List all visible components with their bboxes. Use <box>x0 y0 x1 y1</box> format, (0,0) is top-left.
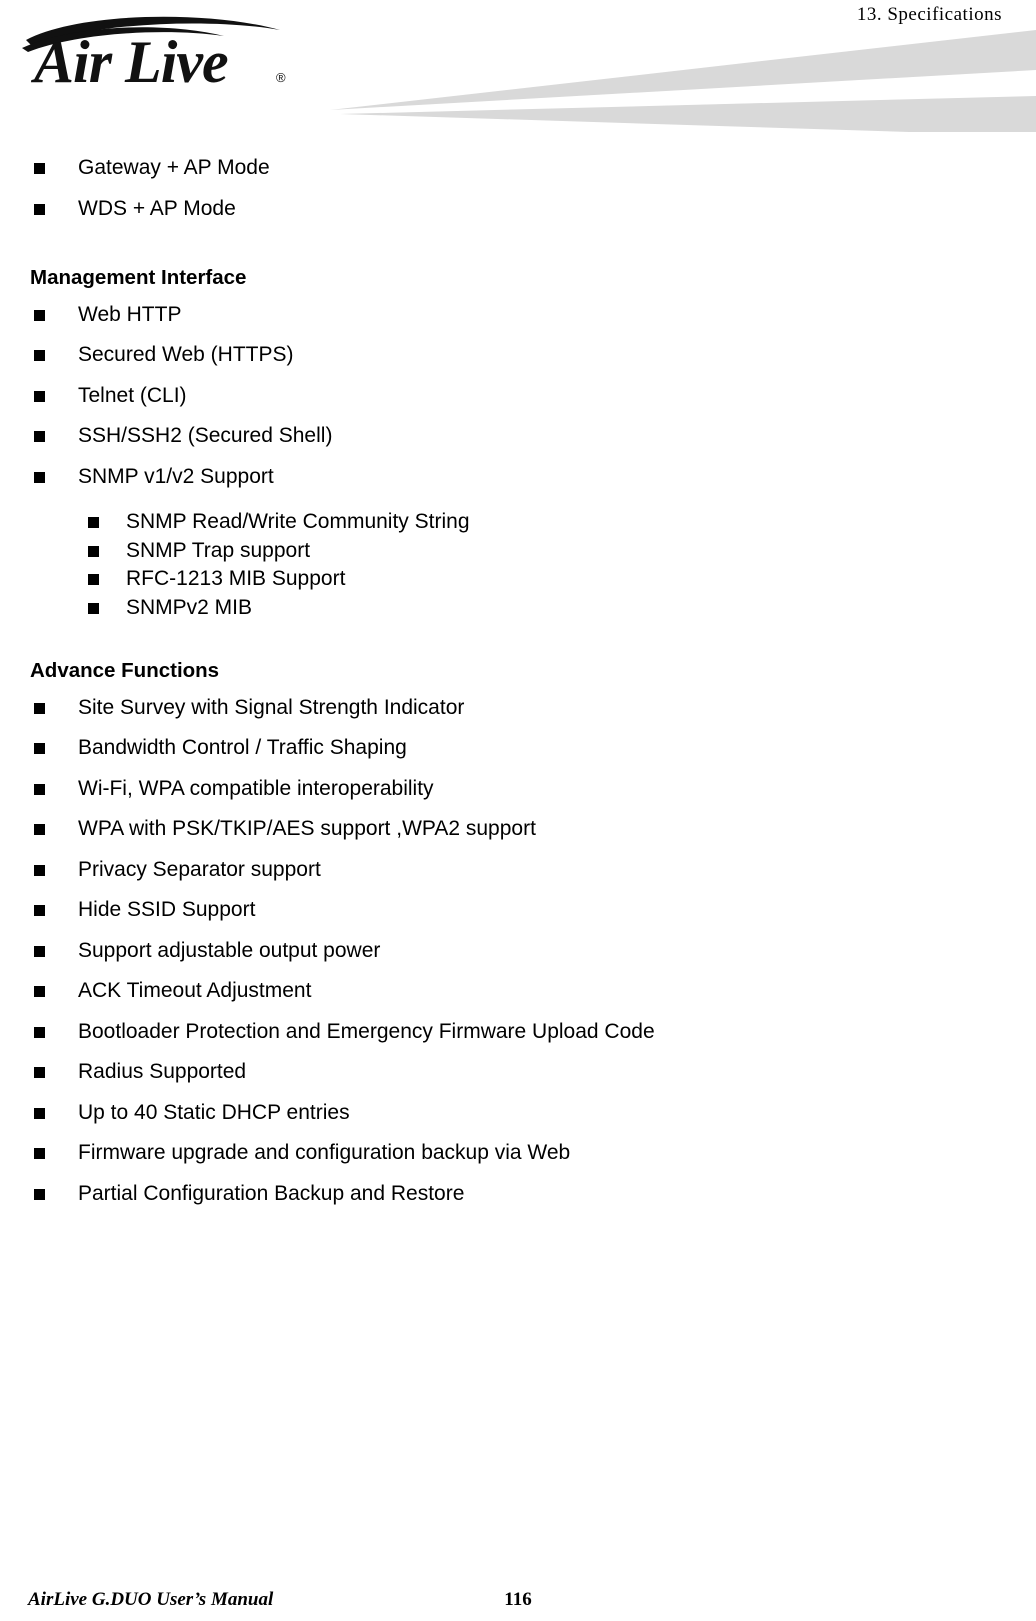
logo-wordmark: Air Live <box>34 29 229 95</box>
bullet-square-icon <box>34 431 45 442</box>
list-item: RFC-1213 MIB Support <box>0 565 1036 594</box>
specifications-content: Gateway + AP Mode WDS + AP Mode Manageme… <box>0 148 1036 1214</box>
list-item-label: RFC-1213 MIB Support <box>126 567 346 590</box>
page-header: 13. Specifications Air Live ® <box>0 0 1036 140</box>
list-item: SNMP Read/Write Community String <box>0 508 1036 537</box>
list-item: ACK Timeout Adjustment <box>0 971 1036 1012</box>
bullet-square-icon <box>34 783 45 795</box>
list-item-label: Wi-Fi, WPA compatible interoperability <box>78 776 434 800</box>
list-item-label: Site Survey with Signal Strength Indicat… <box>78 695 465 719</box>
top-bullet-list: Gateway + AP Mode WDS + AP Mode <box>0 148 1036 229</box>
list-item: Firmware upgrade and configuration backu… <box>0 1133 1036 1174</box>
list-item: Hide SSID Support <box>0 890 1036 931</box>
list-item: WPA with PSK/TKIP/AES support ,WPA2 supp… <box>0 809 1036 850</box>
list-item: Up to 40 Static DHCP entries <box>0 1093 1036 1134</box>
list-item: Wi-Fi, WPA compatible interoperability <box>0 769 1036 810</box>
bullet-square-icon <box>34 945 45 957</box>
list-item-label: SNMPv2 MIB <box>126 595 253 619</box>
list-item-label: Web HTTP <box>78 302 182 326</box>
list-item-label: Hide SSID Support <box>78 898 256 921</box>
bullet-square-icon <box>34 163 45 174</box>
list-item-label: SNMP v1/v2 Support <box>78 464 274 488</box>
bullet-square-icon <box>34 471 45 483</box>
bullet-square-icon <box>34 905 45 916</box>
bullet-square-icon <box>34 390 45 402</box>
list-item: Privacy Separator support <box>0 850 1036 891</box>
list-item: WDS + AP Mode <box>0 189 1036 230</box>
bullet-square-icon <box>34 1148 45 1159</box>
list-item: Gateway + AP Mode <box>0 148 1036 189</box>
list-item: SNMP Trap support <box>0 537 1036 566</box>
list-item-label: Up to 40 Static DHCP entries <box>78 1100 350 1124</box>
list-item-label: Gateway + AP Mode <box>78 156 270 179</box>
bullet-square-icon <box>34 743 45 754</box>
list-item: Bandwidth Control / Traffic Shaping <box>0 728 1036 769</box>
list-item-label: Secured Web (HTTPS) <box>78 343 294 366</box>
bullet-square-icon <box>34 824 45 835</box>
bullet-square-icon <box>88 574 99 585</box>
advance-functions-list: Site Survey with Signal Strength Indicat… <box>0 688 1036 1215</box>
bullet-square-icon <box>34 203 45 215</box>
bullet-square-icon <box>34 350 45 361</box>
section-heading-advance-functions: Advance Functions <box>30 659 220 682</box>
list-item: SNMP v1/v2 Support <box>0 457 1036 498</box>
bullet-square-icon <box>34 702 45 714</box>
bullet-square-icon <box>34 1026 45 1038</box>
footer-page-number: 116 <box>504 1589 532 1610</box>
bullet-square-icon <box>34 986 45 997</box>
list-item-label: Firmware upgrade and configuration backu… <box>78 1141 571 1164</box>
list-item: Support adjustable output power <box>0 931 1036 972</box>
list-item-label: Bandwidth Control / Traffic Shaping <box>78 736 407 759</box>
list-item-label: Telnet (CLI) <box>78 383 187 407</box>
bullet-square-icon <box>34 864 45 876</box>
bullet-square-icon <box>34 309 45 321</box>
management-interface-list: Web HTTP Secured Web (HTTPS) Telnet (CLI… <box>0 295 1036 498</box>
list-item: Telnet (CLI) <box>0 376 1036 417</box>
list-item: Site Survey with Signal Strength Indicat… <box>0 688 1036 729</box>
bullet-square-icon <box>88 602 99 614</box>
list-item-label: Support adjustable output power <box>78 938 381 962</box>
list-item-label: SNMP Trap support <box>126 538 311 562</box>
section-heading-management-interface: Management Interface <box>30 266 247 289</box>
list-item-label: WDS + AP Mode <box>78 196 236 220</box>
list-item: Web HTTP <box>0 295 1036 336</box>
list-item: Bootloader Protection and Emergency Firm… <box>0 1012 1036 1053</box>
list-item-label: Radius Supported <box>78 1060 247 1083</box>
snmp-sub-list: SNMP Read/Write Community String SNMP Tr… <box>0 508 1036 622</box>
bullet-square-icon <box>88 545 99 557</box>
list-item: Secured Web (HTTPS) <box>0 335 1036 376</box>
list-item: SSH/SSH2 (Secured Shell) <box>0 416 1036 457</box>
list-item-label: Partial Configuration Backup and Restore <box>78 1181 465 1205</box>
page-footer: AirLive G.DUO User’s Manual 116 <box>0 1577 1036 1611</box>
list-item-label: SNMP Read/Write Community String <box>126 510 470 533</box>
list-item-label: SSH/SSH2 (Secured Shell) <box>78 424 333 447</box>
list-item-label: ACK Timeout Adjustment <box>78 979 312 1002</box>
airlive-logo: Air Live ® <box>18 14 318 104</box>
bullet-square-icon <box>34 1067 45 1078</box>
list-item-label: Bootloader Protection and Emergency Firm… <box>78 1019 655 1043</box>
bullet-square-icon <box>88 517 99 528</box>
list-item: Radius Supported <box>0 1052 1036 1093</box>
list-item: Partial Configuration Backup and Restore <box>0 1174 1036 1215</box>
bullet-square-icon <box>34 1188 45 1200</box>
list-item: SNMPv2 MIB <box>0 594 1036 623</box>
list-item-label: WPA with PSK/TKIP/AES support ,WPA2 supp… <box>78 817 536 840</box>
bullet-square-icon <box>34 1107 45 1119</box>
list-item-label: Privacy Separator support <box>78 857 321 881</box>
logo-registered-mark: ® <box>276 70 286 85</box>
